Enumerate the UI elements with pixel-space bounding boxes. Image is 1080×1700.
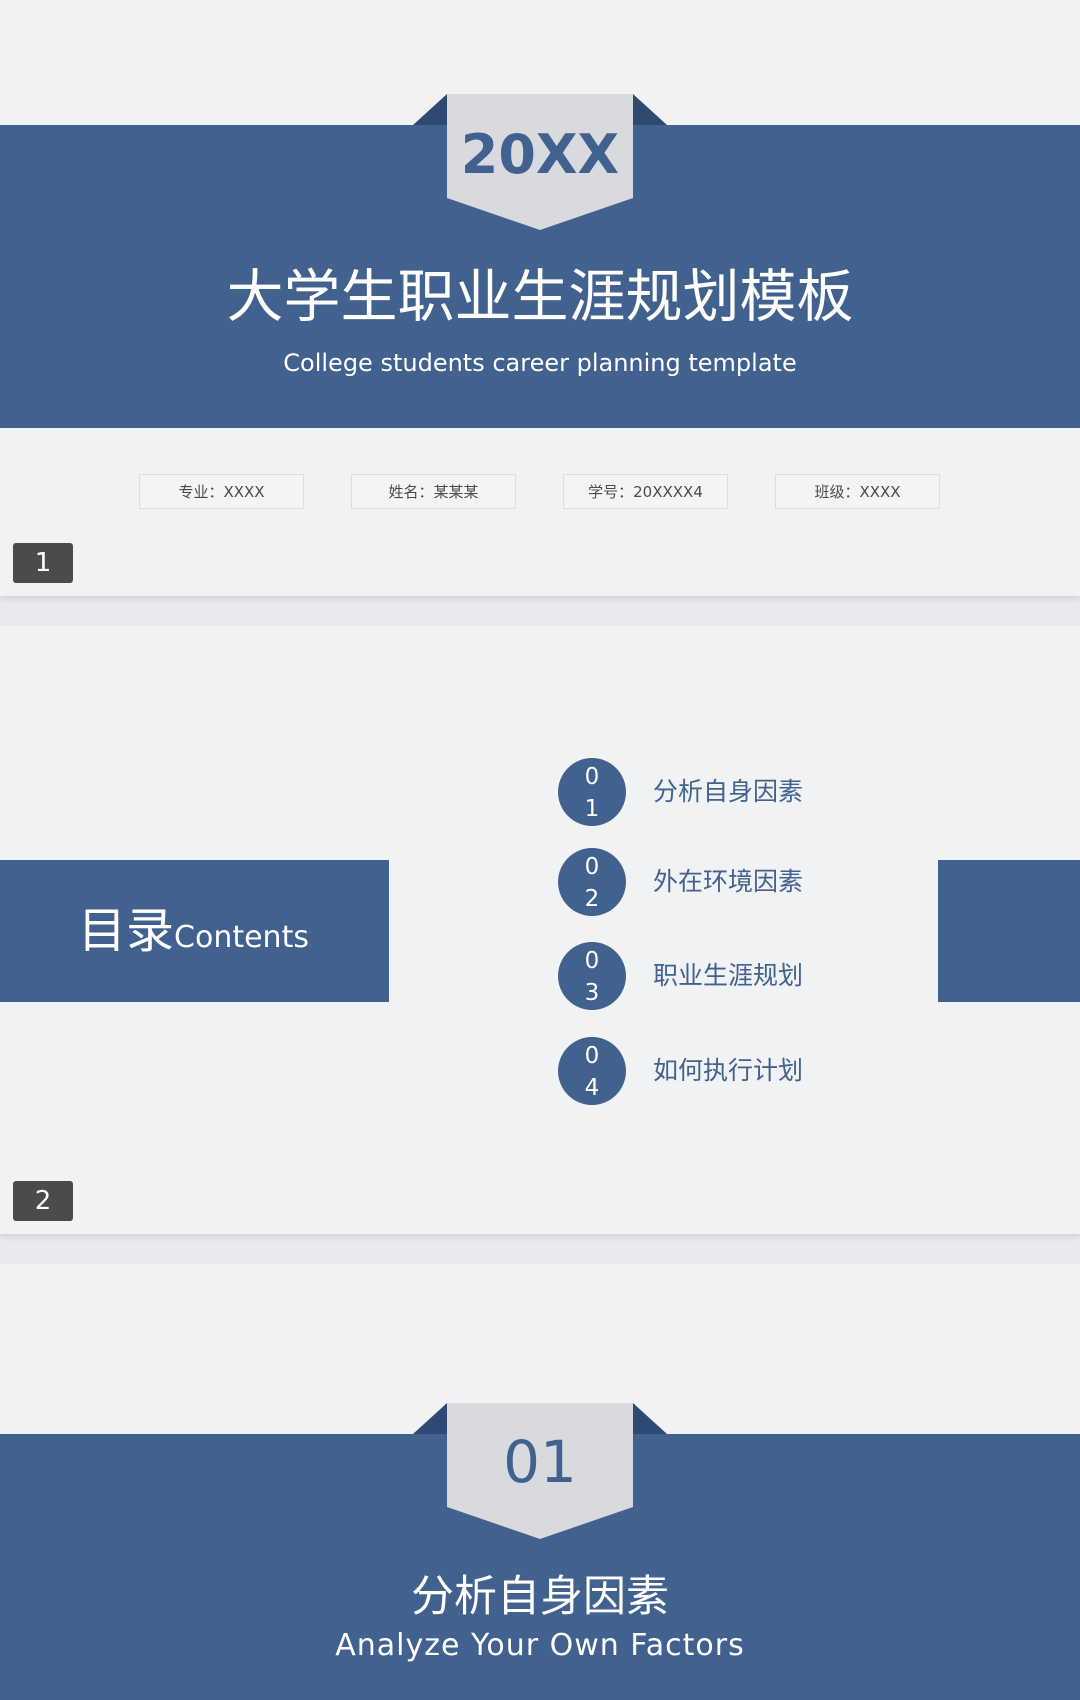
section-subtitle: Analyze Your Own Factors [335, 1628, 745, 1663]
toc-number-4: 04 [558, 1037, 626, 1105]
contents-heading-cn: 目录 [78, 903, 175, 959]
toc-number-2: 02 [558, 848, 626, 916]
year-ribbon: 20XX [413, 94, 667, 232]
year-label: 20XX [460, 123, 620, 186]
contents-band-right [938, 860, 1080, 1002]
info-student-id: 学号：20XXXX4 [563, 474, 728, 509]
section-title: 分析自身因素 [411, 1572, 669, 1622]
info-class: 班级：XXXX [775, 474, 940, 509]
main-title: 大学生职业生涯规划模板 [226, 264, 854, 330]
section-ribbon: 01 [413, 1403, 667, 1541]
toc-item-2[interactable]: 外在环境因素 [653, 862, 803, 902]
toc-number-3: 03 [558, 942, 626, 1010]
slide-3: 01 分析自身因素 Analyze Your Own Factors [0, 1264, 1080, 1700]
contents-heading: 目录Contents [78, 896, 309, 966]
toc-item-1[interactable]: 分析自身因素 [653, 772, 803, 812]
toc-number-1: 01 [558, 758, 626, 826]
page-number-badge: 1 [13, 543, 73, 583]
section-number: 01 [503, 1428, 577, 1496]
contents-heading-en: Contents [174, 920, 309, 955]
info-major: 专业：XXXX [139, 474, 304, 509]
toc-item-4[interactable]: 如何执行计划 [653, 1051, 803, 1091]
subtitle: College students career planning templat… [283, 349, 797, 377]
info-name: 姓名：某某某 [351, 474, 516, 509]
toc-item-3[interactable]: 职业生涯规划 [653, 956, 803, 996]
slide-2: 目录Contents 01 分析自身因素 02 外在环境因素 03 职业生涯规划… [0, 626, 1080, 1234]
slide-1: 20XX 大学生职业生涯规划模板 College students career… [0, 0, 1080, 596]
page-number-badge: 2 [13, 1181, 73, 1221]
